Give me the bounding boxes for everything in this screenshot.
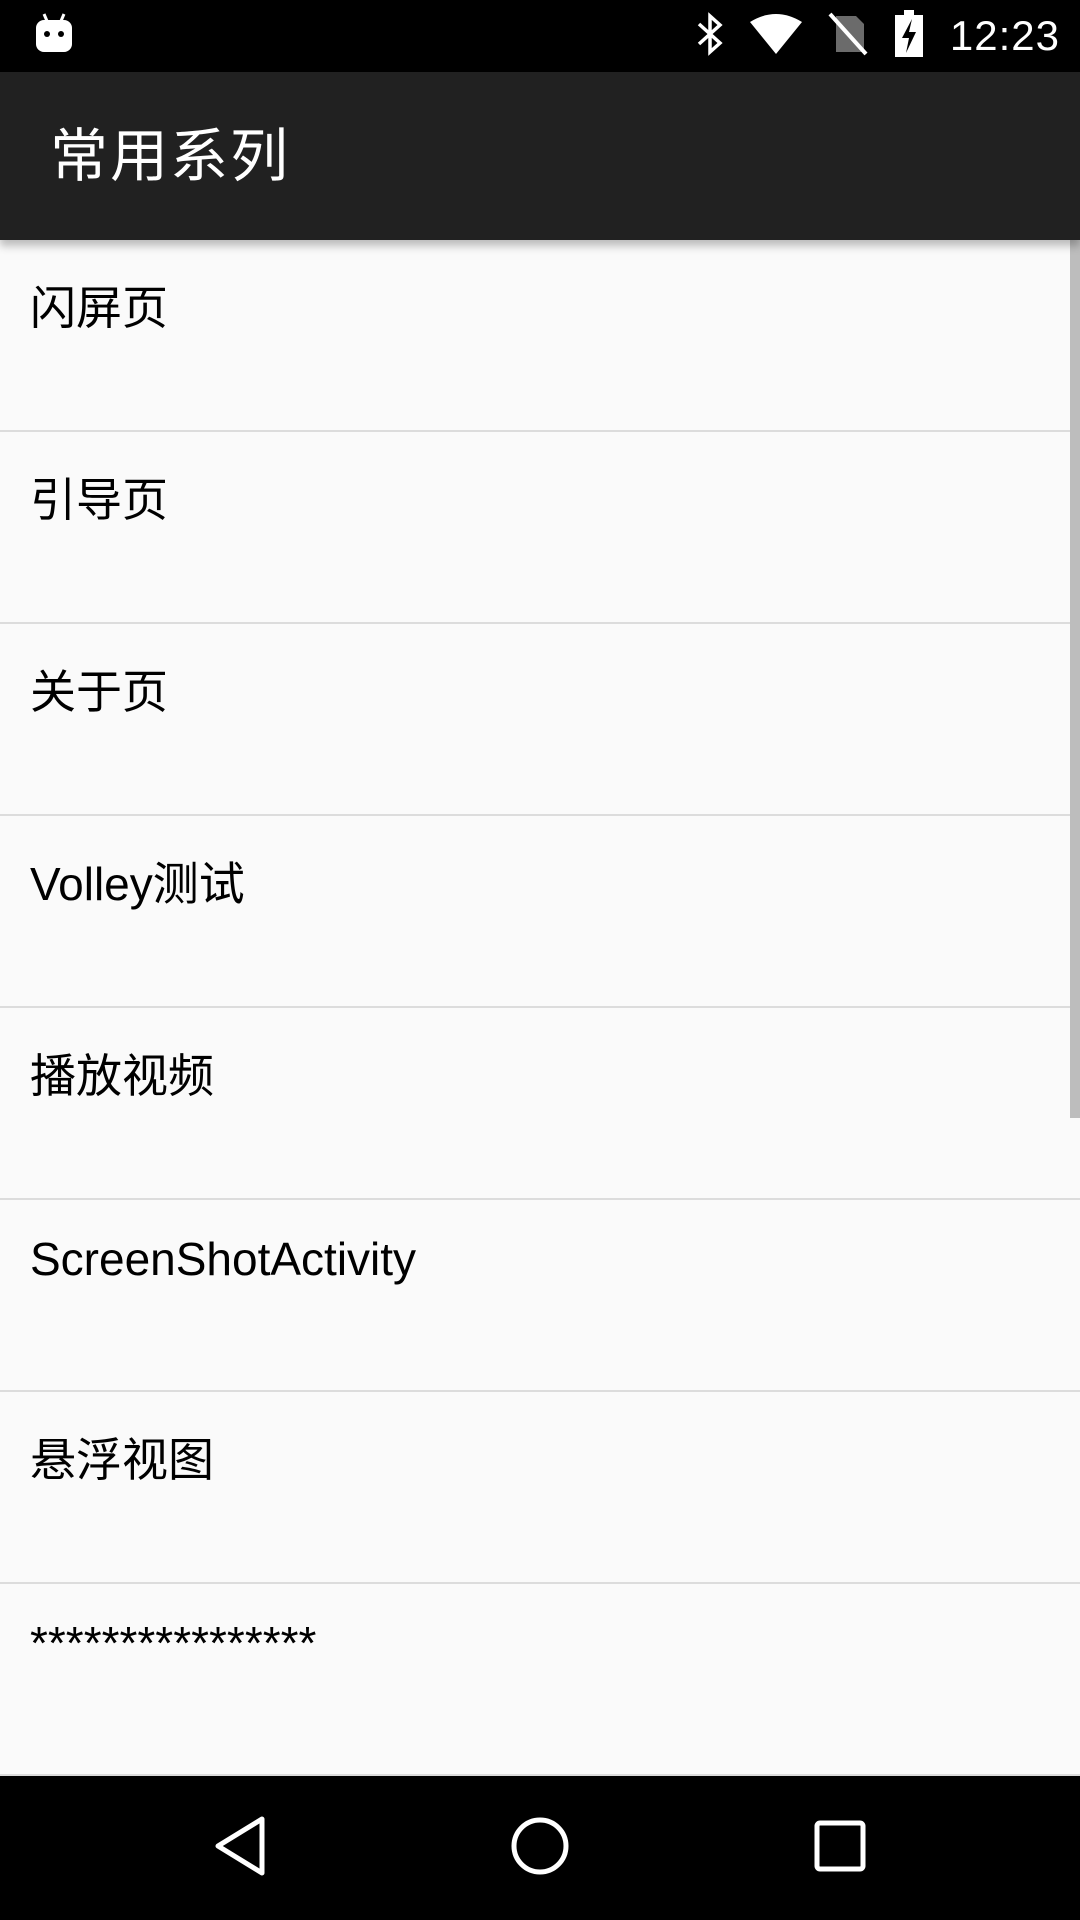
app-bar: 常用系列 xyxy=(0,72,1080,240)
back-button[interactable] xyxy=(170,1776,310,1920)
back-icon xyxy=(212,1815,268,1881)
home-button[interactable] xyxy=(470,1776,610,1920)
bluetooth-icon xyxy=(696,12,724,60)
recents-icon xyxy=(814,1820,866,1876)
no-sim-icon xyxy=(828,12,868,60)
wifi-icon xyxy=(749,14,802,58)
recents-button[interactable] xyxy=(770,1776,910,1920)
navigation-bar xyxy=(0,1776,1080,1920)
list-item-label: 播放视频 xyxy=(30,1050,214,1102)
list-item-label: ScreenShotActivity xyxy=(30,1233,417,1285)
list-item-label: 关于页 xyxy=(30,666,168,718)
list-item-volley-test[interactable]: Volley测试 xyxy=(0,816,1080,1008)
list-item-floating-view[interactable]: 悬浮视图 xyxy=(0,1392,1080,1584)
menu-list[interactable]: 闪屏页 引导页 关于页 Volley测试 播放视频 ScreenShotActi… xyxy=(0,240,1080,1776)
status-time: 12:23 xyxy=(949,12,1060,59)
list-item-play-video[interactable]: 播放视频 xyxy=(0,1008,1080,1200)
list-item-label: 闪屏页 xyxy=(30,282,168,334)
list-item-label: 悬浮视图 xyxy=(30,1434,214,1486)
list-item-asterisks[interactable]: **************** xyxy=(0,1584,1080,1776)
page-title: 常用系列 xyxy=(50,122,291,190)
list-item-label: 引导页 xyxy=(30,474,168,526)
list-item-guide[interactable]: 引导页 xyxy=(0,432,1080,624)
battery-charging-icon xyxy=(894,10,924,62)
list-item-label: **************** xyxy=(30,1617,317,1669)
list-item-label: Volley测试 xyxy=(30,858,245,910)
list-item-splash[interactable]: 闪屏页 xyxy=(0,240,1080,432)
status-bar: 12:23 xyxy=(0,0,1080,72)
android-notification-icon xyxy=(34,12,74,56)
home-icon xyxy=(510,1816,570,1880)
list-item-screenshot-activity[interactable]: ScreenShotActivity xyxy=(0,1200,1080,1392)
scrollbar[interactable] xyxy=(1070,240,1080,1118)
list-item-about[interactable]: 关于页 xyxy=(0,624,1080,816)
